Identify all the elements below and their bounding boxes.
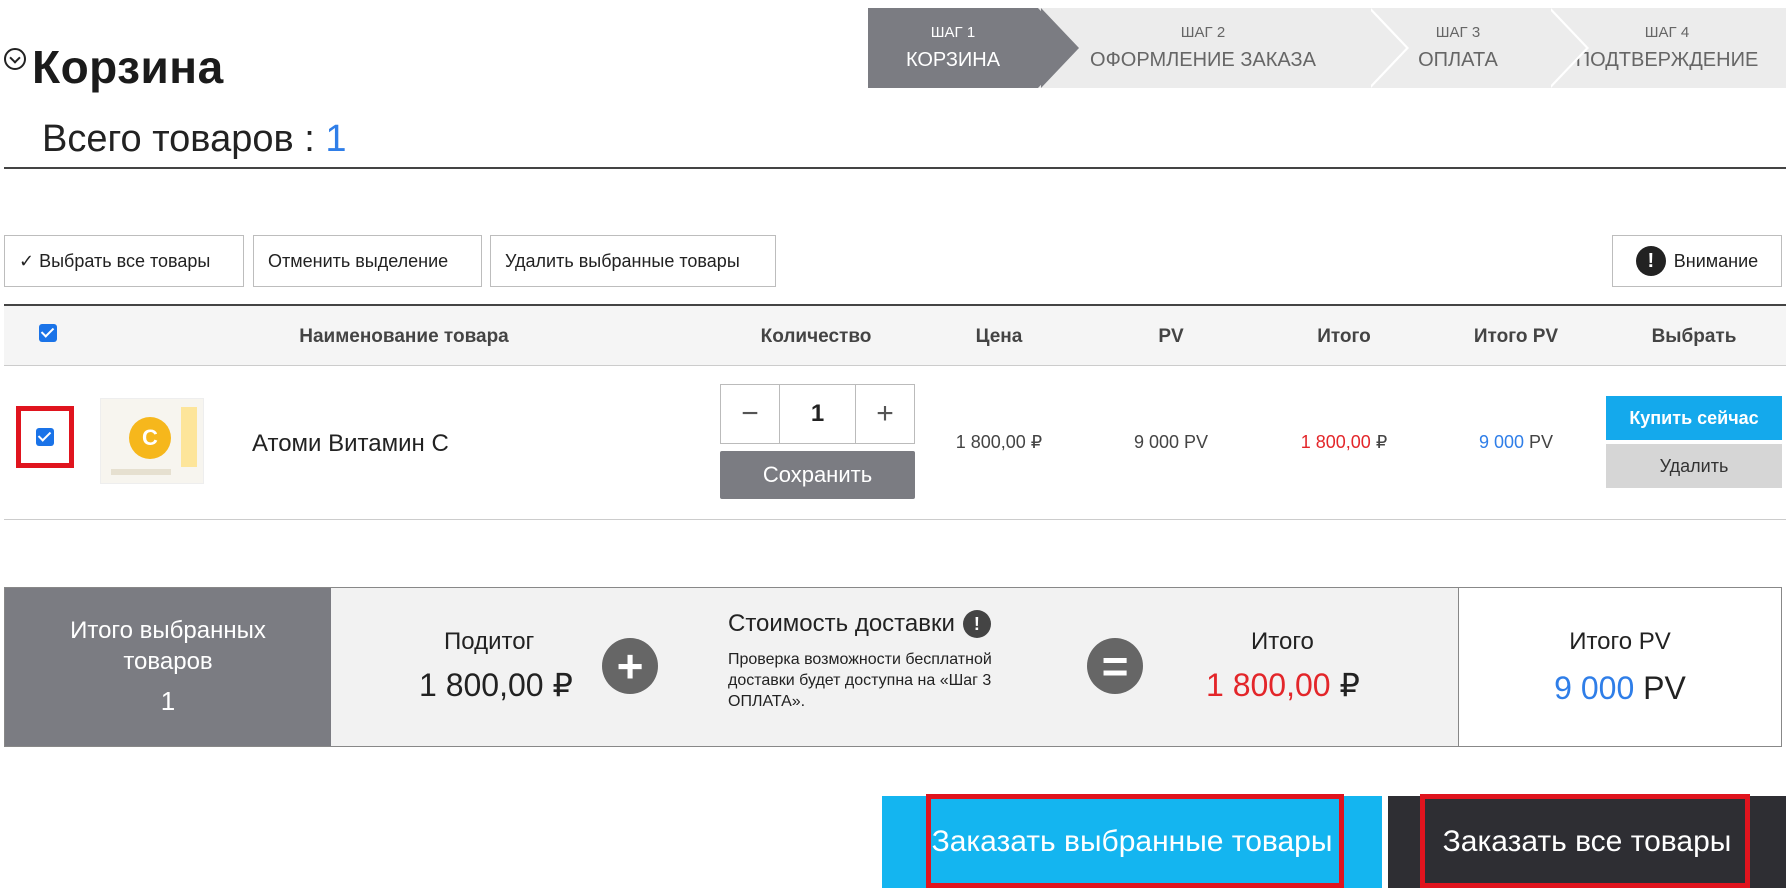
total-pv-unit: PV bbox=[1634, 669, 1686, 706]
select-all-checkbox[interactable] bbox=[39, 324, 57, 342]
package-side bbox=[181, 407, 197, 467]
step-number: ШАГ 3 bbox=[1435, 24, 1481, 41]
total-cell-value: 1 800,00 bbox=[1300, 432, 1371, 452]
total-cell: 1 800,00 ₽ bbox=[1301, 432, 1388, 453]
step-label: ОПЛАТА bbox=[1418, 49, 1498, 71]
column-header-qty: Количество bbox=[760, 326, 872, 347]
step-number: ШАГ 1 bbox=[930, 24, 976, 41]
price-breakdown: Подитог 1 800,00 ₽ + Стоимость доставки … bbox=[331, 588, 1459, 746]
equals-icon: = bbox=[1087, 638, 1143, 694]
product-name[interactable]: Атоми Витамин С bbox=[252, 430, 449, 458]
delete-selected-button[interactable]: Удалить выбранные товары bbox=[490, 235, 776, 287]
vitamin-c-logo: C bbox=[129, 417, 171, 459]
total-items-count: 1 bbox=[325, 118, 347, 160]
plus-icon: + bbox=[602, 638, 658, 694]
shipping-title: Стоимость доставки bbox=[728, 610, 955, 637]
qty-plus-button[interactable]: + bbox=[856, 385, 914, 443]
checkbox-highlight bbox=[16, 406, 74, 468]
qty-minus-button[interactable]: − bbox=[721, 385, 779, 443]
step-number: ШАГ 4 bbox=[1644, 24, 1690, 41]
step-arrow bbox=[1038, 8, 1076, 88]
total-pv-label: Итого PV bbox=[1569, 627, 1671, 655]
selected-items-count: 1 bbox=[160, 686, 176, 717]
total-items: Всего товаров : 1 bbox=[42, 118, 346, 161]
order-all-highlight bbox=[1420, 794, 1750, 888]
column-header-name: Наименование товара bbox=[299, 326, 509, 347]
qty-input[interactable]: 1 bbox=[779, 385, 856, 443]
step-arrow bbox=[1548, 8, 1586, 88]
step-checkout: ШАГ 2 ОФОРМЛЕНИЕ ЗАКАЗА bbox=[1038, 8, 1409, 88]
grand-total-value: 1 800,00 ₽ bbox=[1206, 666, 1360, 704]
shipping-note: Проверка возможности бесплатной доставки… bbox=[728, 651, 992, 710]
deselect-button[interactable]: Отменить выделение bbox=[253, 235, 482, 287]
table-row: C Атоми Витамин С − 1 + Сохранить 1 800,… bbox=[4, 366, 1786, 520]
page-title: Корзина bbox=[4, 40, 224, 94]
attention-label: Внимание bbox=[1673, 250, 1759, 271]
grand-total-amount: 1 800,00 bbox=[1206, 667, 1331, 703]
pv-cell: 9 000 PV bbox=[1133, 432, 1209, 452]
save-qty-button[interactable]: Сохранить bbox=[720, 451, 915, 499]
total-pv-summary: Итого PV 9 000 PV bbox=[1459, 588, 1781, 746]
step-cart: ШАГ 1 КОРЗИНА bbox=[868, 8, 1079, 88]
exclamation-icon: ! bbox=[1635, 246, 1666, 276]
column-header-total-pv: Итого PV bbox=[1473, 326, 1559, 347]
step-arrow bbox=[1368, 8, 1406, 88]
buy-now-button[interactable]: Купить сейчас bbox=[1606, 396, 1782, 440]
price-cell: 1 800,00 ₽ bbox=[955, 432, 1043, 452]
row-checkbox[interactable] bbox=[36, 428, 54, 446]
order-summary: Итого выбранных товаров 1 Подитог 1 800,… bbox=[4, 587, 1782, 747]
column-header-total: Итого bbox=[1317, 326, 1371, 347]
total-pv-amount: 9 000 bbox=[1554, 669, 1635, 706]
total-items-label: Всего товаров : bbox=[42, 118, 326, 160]
total-pv-cell-value: 9 000 bbox=[1478, 432, 1525, 452]
header-divider bbox=[4, 167, 1786, 169]
package-label bbox=[111, 469, 171, 475]
subtotal-label: Подитог bbox=[444, 628, 535, 655]
attention-button[interactable]: ! Внимание bbox=[1612, 235, 1782, 287]
shipping-cost: Стоимость доставки ! bbox=[728, 610, 999, 638]
select-all-button[interactable]: ✓ Выбрать все товары bbox=[4, 235, 244, 287]
step-number: ШАГ 2 bbox=[1180, 24, 1226, 41]
step-label: ПОДТВЕРЖДЕНИЕ bbox=[1575, 49, 1759, 71]
total-pv-cell-unit: PV bbox=[1524, 432, 1554, 452]
selected-items-label: Итого выбранных товаров bbox=[70, 616, 266, 676]
cart-table-header: Наименование товара Количество Цена PV И… bbox=[4, 304, 1786, 366]
collapse-chevron-icon[interactable] bbox=[4, 48, 26, 70]
order-selected-highlight bbox=[926, 794, 1344, 888]
step-label: ОФОРМЛЕНИЕ ЗАКАЗА bbox=[1090, 49, 1316, 71]
grand-total-label: Итого bbox=[1251, 628, 1314, 655]
subtotal-value: 1 800,00 ₽ bbox=[419, 667, 573, 703]
column-header-pv: PV bbox=[1158, 326, 1184, 347]
delete-item-button[interactable]: Удалить bbox=[1606, 444, 1782, 488]
product-thumbnail[interactable]: C bbox=[100, 398, 204, 484]
grand-total-currency: ₽ bbox=[1330, 667, 1360, 703]
selected-items-summary: Итого выбранных товаров 1 bbox=[5, 588, 331, 746]
quantity-stepper: − 1 + bbox=[720, 384, 915, 444]
step-label: КОРЗИНА bbox=[905, 49, 1001, 71]
total-pv-value: 9 000 PV bbox=[1554, 670, 1686, 707]
total-pv-cell: 9 000 PV bbox=[1479, 432, 1553, 453]
exclamation-icon[interactable]: ! bbox=[962, 610, 991, 638]
column-header-select: Выбрать bbox=[1651, 326, 1737, 347]
total-cell-currency: ₽ bbox=[1370, 432, 1388, 452]
page-title-text: Корзина bbox=[32, 41, 224, 93]
column-header-price: Цена bbox=[975, 326, 1023, 347]
checkout-steps: ШАГ 1 КОРЗИНА ШАГ 2 ОФОРМЛЕНИЕ ЗАКАЗА ША… bbox=[868, 8, 1786, 88]
